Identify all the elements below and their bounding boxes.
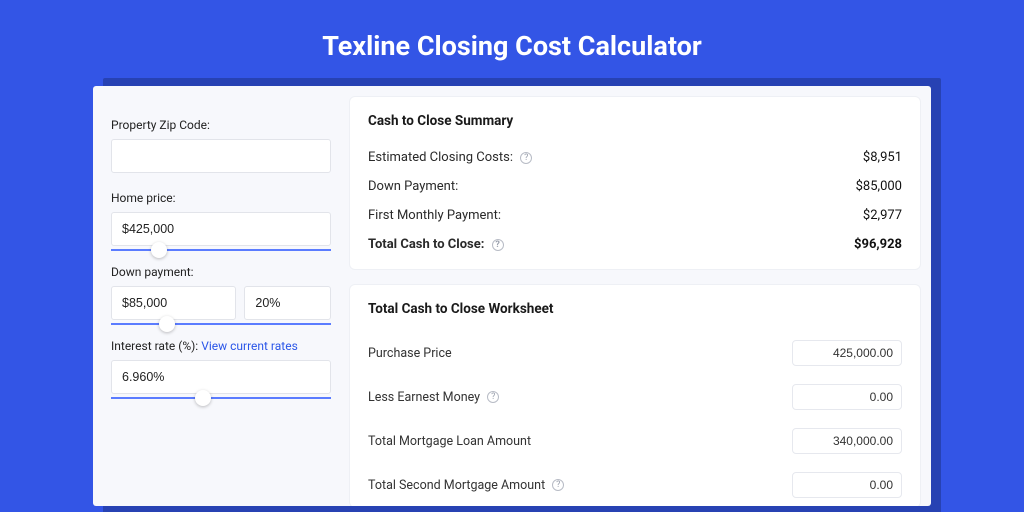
worksheet-row-label: Purchase Price [368, 346, 452, 361]
slider-track [111, 249, 331, 251]
slider-knob[interactable] [195, 390, 211, 406]
worksheet-row-label-text: Total Second Mortgage Amount [368, 478, 545, 493]
worksheet-row: Purchase Price [368, 331, 902, 375]
worksheet-row: Less Earnest Money ? [368, 375, 902, 419]
home-price-slider[interactable] [111, 249, 331, 251]
zip-label: Property Zip Code: [111, 118, 331, 132]
down-payment-slider[interactable] [111, 323, 331, 325]
summary-total-value: $96,928 [854, 237, 902, 252]
summary-row: First Monthly Payment: $2,977 [368, 201, 902, 230]
help-icon[interactable]: ? [552, 479, 564, 491]
worksheet-row-label: Less Earnest Money ? [368, 390, 499, 405]
help-icon[interactable]: ? [492, 239, 504, 251]
summary-card: Cash to Close Summary Estimated Closing … [349, 96, 921, 270]
down-payment-input[interactable] [111, 286, 236, 320]
summary-row: Estimated Closing Costs: ? $8,951 [368, 143, 902, 172]
calculator-panel: Property Zip Code: Home price: Down paym… [93, 86, 931, 506]
worksheet-row-label: Total Second Mortgage Amount ? [368, 478, 564, 493]
summary-title: Cash to Close Summary [368, 113, 902, 129]
interest-rate-field: Interest rate (%): View current rates [111, 339, 331, 394]
summary-total-row: Total Cash to Close: ? $96,928 [368, 230, 902, 259]
interest-rate-slider[interactable] [111, 397, 331, 399]
summary-total-label: Total Cash to Close: ? [368, 237, 504, 252]
worksheet-row-label-text: Less Earnest Money [368, 390, 480, 405]
summary-row-label: First Monthly Payment: [368, 208, 501, 223]
worksheet-row-input[interactable] [792, 384, 902, 410]
help-icon[interactable]: ? [520, 152, 532, 164]
home-price-input[interactable] [111, 212, 331, 246]
worksheet-row-label: Total Mortgage Loan Amount [368, 434, 531, 449]
help-icon[interactable]: ? [487, 391, 499, 403]
summary-row: Down Payment: $85,000 [368, 172, 902, 201]
worksheet-row: Total Mortgage Loan Amount [368, 419, 902, 463]
worksheet-row-input[interactable] [792, 428, 902, 454]
results-main: Cash to Close Summary Estimated Closing … [349, 96, 921, 506]
summary-row-value: $8,951 [863, 150, 902, 165]
slider-knob[interactable] [159, 316, 175, 332]
summary-row-value: $85,000 [856, 179, 902, 194]
down-payment-label: Down payment: [111, 265, 331, 279]
summary-row-value: $2,977 [863, 208, 902, 223]
summary-row-label-text: Estimated Closing Costs: [368, 150, 513, 165]
zip-input[interactable] [111, 139, 331, 173]
summary-total-label-text: Total Cash to Close: [368, 237, 484, 252]
zip-field: Property Zip Code: [111, 118, 331, 173]
down-payment-pct-input[interactable] [244, 286, 331, 320]
inputs-sidebar: Property Zip Code: Home price: Down paym… [103, 96, 339, 506]
interest-rate-label-text: Interest rate (%): [111, 339, 198, 353]
slider-track [111, 397, 331, 399]
view-current-rates-link[interactable]: View current rates [201, 339, 298, 353]
worksheet-row-input[interactable] [792, 340, 902, 366]
worksheet-card: Total Cash to Close Worksheet Purchase P… [349, 284, 921, 506]
slider-track [111, 323, 331, 325]
calculator-panel-shadow: Property Zip Code: Home price: Down paym… [93, 86, 931, 506]
home-price-label: Home price: [111, 191, 331, 205]
home-price-field: Home price: [111, 191, 331, 246]
interest-rate-input[interactable] [111, 360, 331, 394]
summary-row-label: Estimated Closing Costs: ? [368, 150, 532, 165]
page-title: Texline Closing Cost Calculator [0, 0, 1024, 86]
worksheet-row: Total Second Mortgage Amount ? [368, 463, 902, 506]
worksheet-title: Total Cash to Close Worksheet [368, 301, 902, 317]
down-payment-field: Down payment: [111, 265, 331, 320]
slider-knob[interactable] [151, 242, 167, 258]
summary-row-label: Down Payment: [368, 179, 458, 194]
interest-rate-label: Interest rate (%): View current rates [111, 339, 331, 353]
worksheet-row-input[interactable] [792, 472, 902, 498]
